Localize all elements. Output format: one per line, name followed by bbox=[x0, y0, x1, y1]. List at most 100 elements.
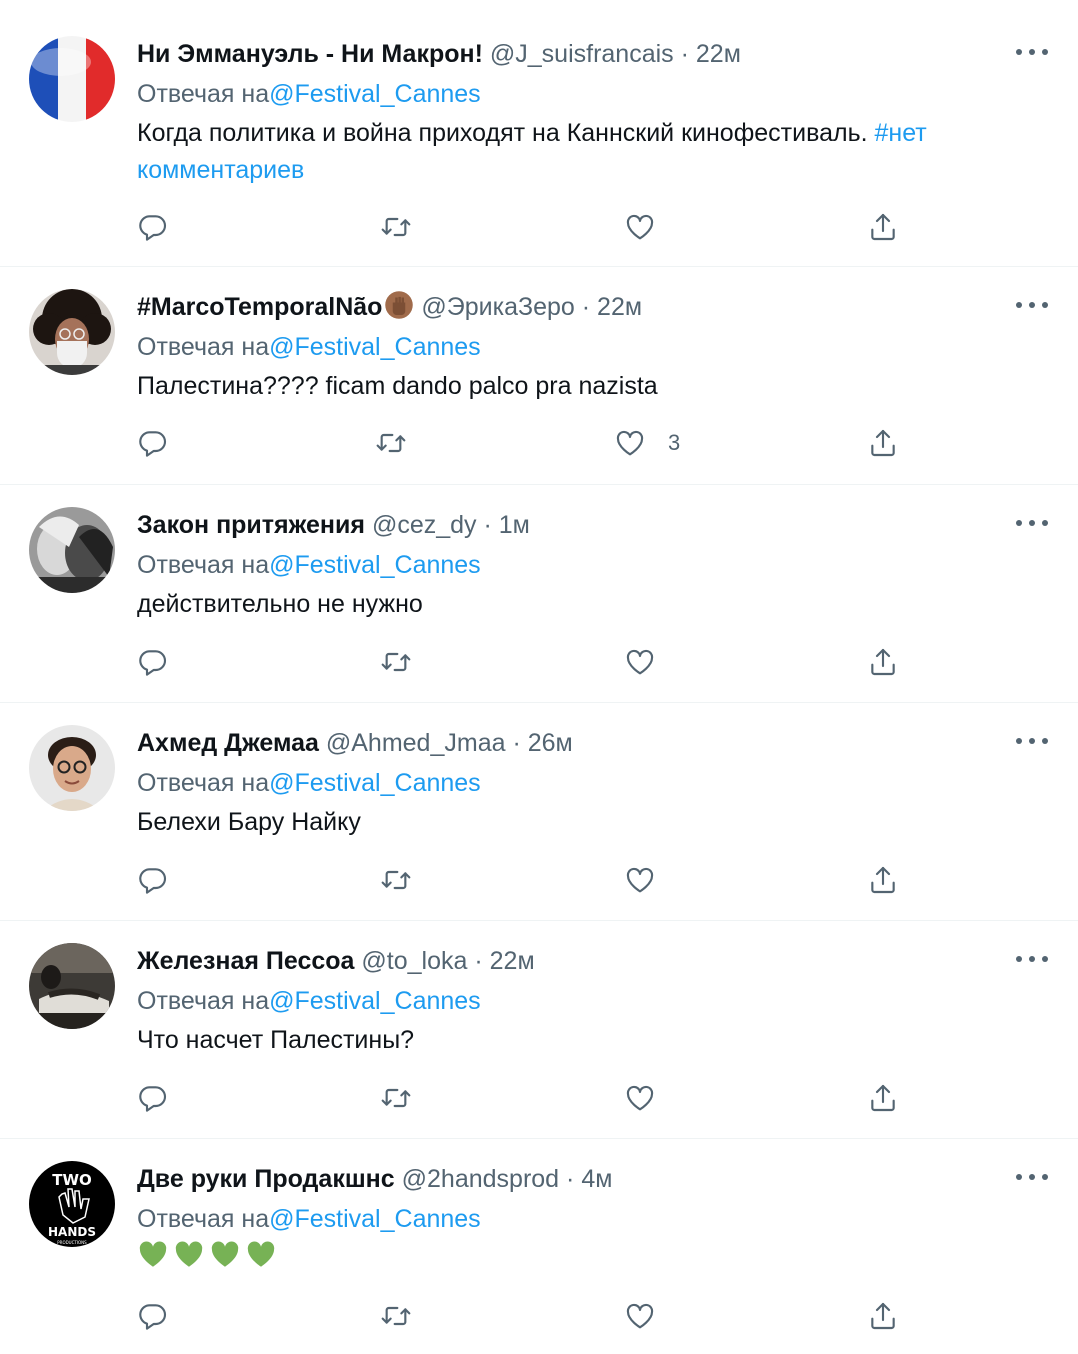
user-handle[interactable]: @Ahmed_Jmaa bbox=[326, 729, 506, 757]
like-button[interactable] bbox=[624, 864, 656, 896]
tweet-text: действительно не нужно bbox=[137, 590, 423, 618]
reply-icon bbox=[137, 211, 169, 243]
replying-prefix: Отвечая на bbox=[137, 1205, 270, 1233]
avatar[interactable] bbox=[29, 943, 115, 1029]
like-button[interactable] bbox=[624, 646, 656, 678]
user-handle[interactable]: @cez_dy bbox=[372, 511, 477, 539]
retweet-icon bbox=[375, 427, 407, 459]
tweet-text: Что насчет Палестины? bbox=[137, 1026, 415, 1054]
separator-dot: · bbox=[680, 40, 689, 68]
retweet-icon bbox=[380, 211, 412, 243]
separator-dot: · bbox=[512, 729, 521, 757]
replying-to: Отвечая на@Festival_Cannes bbox=[137, 330, 1058, 364]
reply-icon bbox=[137, 427, 169, 459]
timestamp[interactable]: 1м bbox=[499, 511, 530, 539]
replying-prefix: Отвечая на bbox=[137, 987, 270, 1015]
display-name[interactable]: Две руки Продакшнс bbox=[137, 1165, 395, 1193]
reply-button[interactable] bbox=[137, 1082, 169, 1114]
more-options-icon[interactable] bbox=[1016, 947, 1048, 971]
timestamp[interactable]: 22м bbox=[490, 947, 535, 975]
reply-icon bbox=[137, 1300, 169, 1332]
replying-to: Отвечая на@Festival_Cannes bbox=[137, 984, 1058, 1018]
mention-link[interactable]: @Festival_Cannes bbox=[269, 1205, 481, 1233]
like-button[interactable] bbox=[624, 1082, 656, 1114]
user-handle[interactable]: @ЭрикаЗеро bbox=[421, 293, 574, 321]
replying-to: Отвечая на@Festival_Cannes bbox=[137, 77, 1058, 111]
reply-feed: Ни Эммануэль - Ни Макрон! @J_suisfrancai… bbox=[0, 0, 1078, 1354]
reply-icon bbox=[137, 864, 169, 896]
retweet-button[interactable] bbox=[380, 646, 412, 678]
tweet[interactable]: Закон притяжения @cez_dy · 1м Отвечая на… bbox=[0, 485, 1078, 703]
more-options-icon[interactable] bbox=[1016, 293, 1048, 317]
avatar[interactable] bbox=[29, 725, 115, 811]
retweet-button[interactable] bbox=[380, 211, 412, 243]
avatar-logo-top: TWO bbox=[52, 1171, 92, 1189]
retweet-button[interactable] bbox=[380, 864, 412, 896]
timestamp[interactable]: 26м bbox=[528, 729, 573, 757]
tweet-text bbox=[137, 1238, 277, 1270]
heart-icon bbox=[624, 1300, 656, 1332]
mention-link[interactable]: @Festival_Cannes bbox=[269, 987, 481, 1015]
mention-link[interactable]: @Festival_Cannes bbox=[269, 333, 481, 361]
tweet[interactable]: Ахмед Джемаа @Ahmed_Jmaa · 26м Отвечая н… bbox=[0, 703, 1078, 921]
user-handle[interactable]: @2handsprod bbox=[402, 1165, 559, 1193]
share-button[interactable] bbox=[867, 427, 899, 459]
tweet-text-content: Когда политика и война приходят на Каннс… bbox=[137, 119, 875, 147]
like-count: 3 bbox=[668, 430, 681, 455]
like-button[interactable] bbox=[624, 211, 656, 243]
heart-icon bbox=[624, 864, 656, 896]
like-button[interactable] bbox=[624, 1300, 656, 1332]
more-options-icon[interactable] bbox=[1016, 729, 1048, 753]
timestamp[interactable]: 4м bbox=[581, 1165, 612, 1193]
reply-icon bbox=[137, 1082, 169, 1114]
share-button[interactable] bbox=[867, 864, 899, 896]
avatar[interactable] bbox=[29, 289, 115, 375]
reply-button[interactable] bbox=[137, 427, 169, 459]
retweet-button[interactable] bbox=[380, 1300, 412, 1332]
user-handle[interactable]: @J_suisfrancais bbox=[490, 40, 674, 68]
share-button[interactable] bbox=[867, 1300, 899, 1332]
share-icon bbox=[867, 1082, 899, 1114]
timestamp[interactable]: 22м bbox=[597, 293, 642, 321]
reply-button[interactable] bbox=[137, 211, 169, 243]
display-name[interactable]: #MarcoTemporalNão bbox=[137, 293, 382, 321]
retweet-button[interactable] bbox=[375, 427, 407, 459]
display-name[interactable]: Ни Эммануэль - Ни Макрон! bbox=[137, 40, 483, 68]
separator-dot: · bbox=[474, 947, 483, 975]
heart-icon bbox=[624, 646, 656, 678]
share-button[interactable] bbox=[867, 1082, 899, 1114]
tweet[interactable]: Ни Эммануэль - Ни Макрон! @J_suisfrancai… bbox=[0, 0, 1078, 267]
mention-link[interactable]: @Festival_Cannes bbox=[269, 80, 481, 108]
avatar[interactable] bbox=[29, 507, 115, 593]
display-name[interactable]: Закон притяжения bbox=[137, 511, 365, 539]
tweet[interactable]: Железная Пессоа @to_loka · 22м Отвечая н… bbox=[0, 921, 1078, 1139]
reply-button[interactable] bbox=[137, 864, 169, 896]
avatar[interactable]: TWO HANDS PRODUCTIONS bbox=[29, 1161, 115, 1247]
avatar-logo-sub: PRODUCTIONS bbox=[57, 1240, 87, 1245]
avatar[interactable] bbox=[29, 36, 115, 122]
more-options-icon[interactable] bbox=[1016, 1165, 1048, 1189]
more-options-icon[interactable] bbox=[1016, 40, 1048, 64]
share-button[interactable] bbox=[867, 211, 899, 243]
replying-prefix: Отвечая на bbox=[137, 80, 270, 108]
retweet-icon bbox=[380, 1082, 412, 1114]
replying-to: Отвечая на@Festival_Cannes bbox=[137, 548, 1058, 582]
mention-link[interactable]: @Festival_Cannes bbox=[269, 769, 481, 797]
display-name[interactable]: Железная Пессоа bbox=[137, 947, 354, 975]
user-handle[interactable]: @to_loka bbox=[361, 947, 467, 975]
reply-button[interactable] bbox=[137, 1300, 169, 1332]
reply-button[interactable] bbox=[137, 646, 169, 678]
retweet-button[interactable] bbox=[380, 1082, 412, 1114]
tweet[interactable]: #MarcoTemporalNão @ЭрикаЗеро · 22м Отвеч… bbox=[0, 267, 1078, 485]
share-button[interactable] bbox=[867, 646, 899, 678]
mention-link[interactable]: @Festival_Cannes bbox=[269, 551, 481, 579]
display-name[interactable]: Ахмед Джемаа bbox=[137, 729, 319, 757]
share-icon bbox=[867, 864, 899, 896]
tweet[interactable]: TWO HANDS PRODUCTIONS Две руки Продакшнс… bbox=[0, 1139, 1078, 1354]
like-button[interactable]: 3 bbox=[614, 427, 680, 459]
green-heart-icon bbox=[245, 1238, 277, 1270]
more-options-icon[interactable] bbox=[1016, 511, 1048, 535]
replying-prefix: Отвечая на bbox=[137, 769, 270, 797]
timestamp[interactable]: 22м bbox=[696, 40, 741, 68]
separator-dot: · bbox=[483, 511, 492, 539]
